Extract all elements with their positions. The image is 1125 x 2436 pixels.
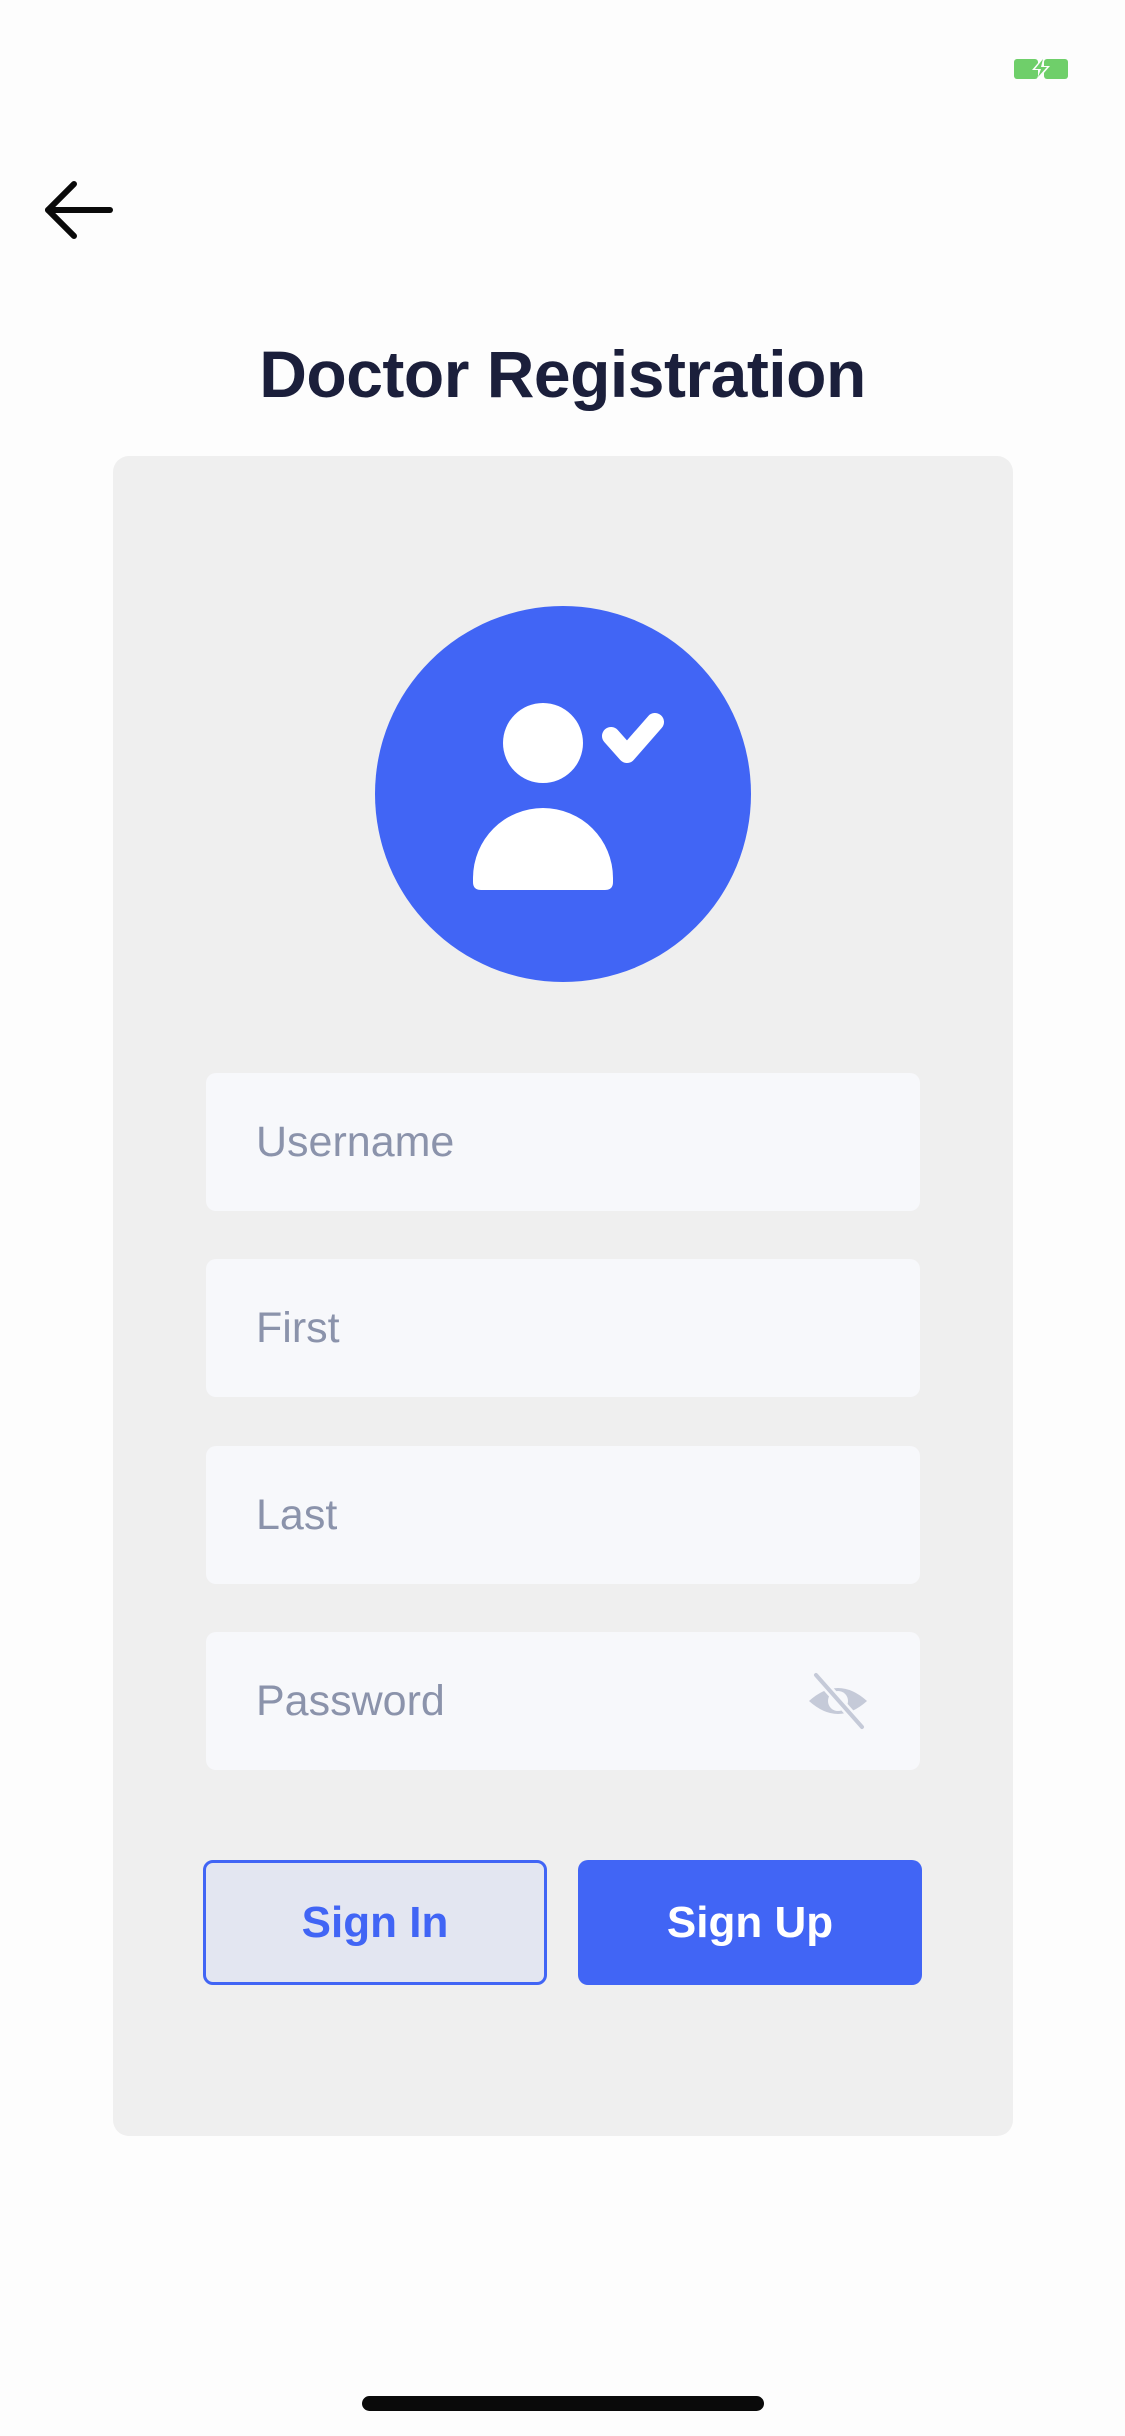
password-field[interactable]: Password (206, 1632, 920, 1770)
first-name-placeholder: First (256, 1303, 340, 1352)
avatar (375, 606, 751, 982)
page-title: Doctor Registration (259, 337, 866, 411)
last-name-placeholder: Last (256, 1490, 338, 1539)
home-indicator[interactable] (362, 2396, 764, 2411)
password-placeholder: Password (256, 1676, 445, 1725)
last-name-field[interactable]: Last (206, 1446, 920, 1584)
username-field[interactable]: Username (206, 1073, 920, 1211)
password-visibility-toggle[interactable] (806, 1669, 870, 1733)
sign-up-button[interactable]: Sign Up (578, 1860, 922, 1985)
registration-screen: Doctor Registration Username First Last … (0, 0, 1125, 2436)
sign-in-button[interactable]: Sign In (203, 1860, 547, 1985)
first-name-field[interactable]: First (206, 1259, 920, 1397)
username-placeholder: Username (256, 1117, 455, 1166)
back-button[interactable] (36, 174, 120, 246)
battery-icon (1014, 56, 1071, 82)
registration-card: Username First Last Password Sign In Sig… (113, 456, 1013, 2136)
arrow-left-icon (45, 181, 113, 239)
eye-off-icon (809, 1670, 867, 1732)
user-check-icon (473, 703, 664, 890)
